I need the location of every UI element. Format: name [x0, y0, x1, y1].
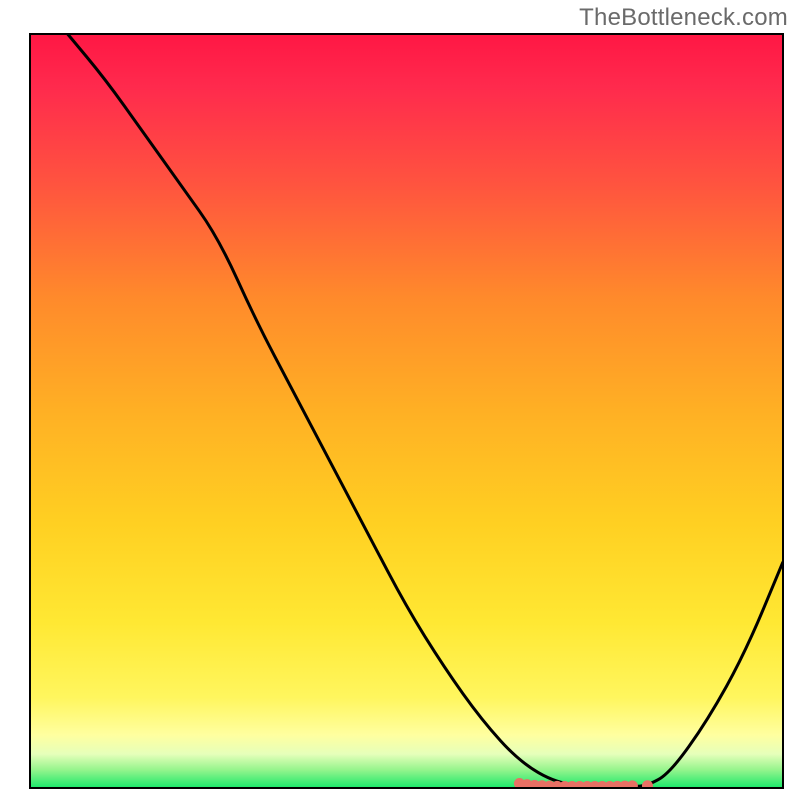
watermark-text: TheBottleneck.com: [579, 4, 788, 32]
plot-background: [30, 34, 783, 788]
chart-stage: TheBottleneck.com: [0, 0, 800, 800]
bottleneck-chart: [0, 0, 800, 800]
floor-dot: [642, 780, 653, 791]
floor-dot: [627, 780, 638, 791]
